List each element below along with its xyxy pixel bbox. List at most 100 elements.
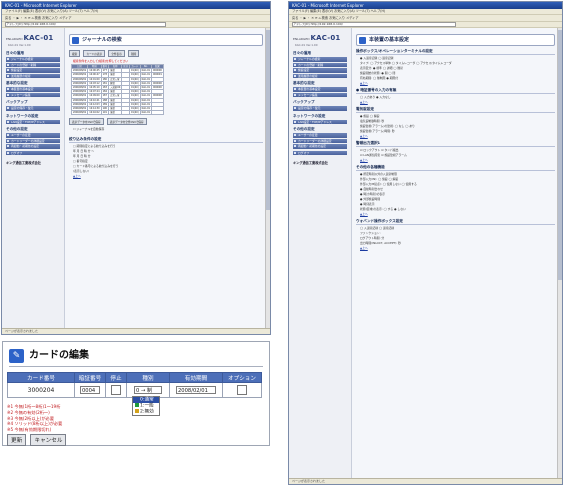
settings-row[interactable]: 施錠開始の状態: ● 開 ◯ 閉 xyxy=(360,71,555,75)
sidebar-heading: 日々の運用 xyxy=(293,51,311,55)
settings-row[interactable]: 外部入力(B接点): ◯ 使用しない ◯ 使用する xyxy=(360,182,555,186)
sidebar-item[interactable]: ログオフ xyxy=(293,150,347,155)
settings-row[interactable]: ◯ 入退室記録 ◯ 退室記録 xyxy=(360,226,555,230)
maker-label: キング通信工業株式会社 xyxy=(6,161,41,165)
expiry-field[interactable]: 2008/02/01 xyxy=(176,386,216,394)
settings-row[interactable]: 表示区分: ● 標準 ◯ 詳細 ◯ 簡易 xyxy=(360,66,555,70)
sidebar-group: ログオフ xyxy=(293,150,347,155)
page-title: ジャーナルの検索 xyxy=(69,34,263,46)
table-cell: KAC-01 xyxy=(139,72,153,78)
sidebar-item[interactable]: 施錠設定 xyxy=(293,68,347,73)
vertical-scrollbar[interactable] xyxy=(265,28,270,328)
main-panel: 本装置の基本設定 操作ボックス/オペレーションターミナルの設定 ● 入退室記録 ◯… xyxy=(353,28,558,478)
back-to-top-link[interactable]: ▲上へ xyxy=(360,100,555,104)
sidebar-item[interactable]: メッセージ編集 xyxy=(6,92,60,97)
toolbar[interactable]: 戻る ・ ▶ ・ ✕ ⟳ ⌂ 検索 お気に入り メディア xyxy=(2,15,270,22)
settings-row[interactable]: ● 所定時刻以外の入退室制限 xyxy=(360,172,555,176)
table-cell: 10:16:02 xyxy=(87,110,102,116)
back-to-top-link[interactable]: ▲上へ xyxy=(360,246,555,250)
settings-row[interactable]: 施錠監視(アラーム)の監視: ◯ なし ◯ あり xyxy=(360,124,555,128)
sidebar-item[interactable]: 設定の保存・復元 xyxy=(293,106,347,111)
stop-checkbox[interactable] xyxy=(111,385,121,395)
kind-dropdown-list[interactable]: 0:通常 1:一般 2:無効 xyxy=(132,396,160,416)
option-color-swatch xyxy=(135,397,139,401)
sidebar-item[interactable]: カードの登録・削除 xyxy=(293,62,347,67)
settings-row[interactable]: 出力時間(INLOCT, ACCEPT): 秒 xyxy=(360,241,555,245)
update-button[interactable]: 更新 xyxy=(7,434,27,446)
kind-option[interactable]: 2:無効 xyxy=(133,409,159,415)
back-to-top-link[interactable]: ▲上へ xyxy=(73,174,263,178)
vertical-scrollbar[interactable] xyxy=(557,28,562,478)
scroll-thumb[interactable] xyxy=(266,30,270,210)
sidebar-item[interactable]: 施錠設定 xyxy=(6,68,60,73)
search-button[interactable]: 検索 xyxy=(69,50,81,57)
sidebar-item[interactable]: 運用履歴の検索 xyxy=(6,73,60,78)
sidebar-item[interactable]: 再起動・初期化の設定 xyxy=(293,144,347,149)
kind-select[interactable]: 0 → 制 xyxy=(134,386,162,394)
table-cell: 10:00:45 xyxy=(87,68,102,74)
sidebar-item[interactable]: ジャーナルの検索 xyxy=(293,57,347,62)
auto-save-checkbox[interactable]: ☐ ジャーナルを自動保存 xyxy=(73,127,263,131)
csv-save-button[interactable]: 表示データをCSVで保存 xyxy=(69,118,104,126)
table-row[interactable]: 2006/08/01 10:09:00 187 正常入室 01(40) KAC-01 000… xyxy=(70,93,164,99)
option-label: 0:通常 xyxy=(140,397,154,403)
table-cell: 01(40) xyxy=(129,97,141,103)
settings-row[interactable]: ● 自動時刻合わせ xyxy=(360,187,555,191)
all-display-button[interactable]: 全件表示 xyxy=(108,50,125,57)
settings-row[interactable]: ログアウト時間: 分 xyxy=(360,236,555,240)
sidebar-item[interactable]: ユーザーの変更 xyxy=(6,133,60,138)
status-bar: ページが表示されました xyxy=(289,478,562,484)
back-to-top-link[interactable]: ▲上へ xyxy=(360,134,555,138)
settings-row[interactable]: ● 時刻表示 xyxy=(360,202,555,206)
card-display-button[interactable]: カードの表示 xyxy=(83,50,106,57)
scroll-thumb[interactable] xyxy=(558,30,562,280)
settings-row[interactable]: ◯ 入力あり ● 入力なし xyxy=(360,95,555,99)
settings-row[interactable]: ファンクション: xyxy=(360,231,555,235)
delete-button[interactable]: 削除 xyxy=(127,50,140,57)
back-to-top-link[interactable]: ▲上へ xyxy=(360,212,555,216)
back-to-top-link[interactable]: ▲上へ xyxy=(360,81,555,85)
sidebar-item[interactable]: 再起動・初期化の設定 xyxy=(6,144,60,149)
settings-row[interactable]: ● 施錠 ◯ 解錠 xyxy=(360,114,555,118)
col-card-number: カード番号 xyxy=(7,372,75,383)
sidebar-item[interactable]: ジャーナルの検索 xyxy=(6,57,60,62)
settings-row[interactable]: タイプ: ◯ アクセス単体 ◯ タイムレコーダ ◯ アクセス/タイムレコーダ xyxy=(360,61,555,65)
option-checkbox[interactable] xyxy=(237,385,247,395)
address-input[interactable]: アドレス(D) http://192.168.0.100/ xyxy=(292,22,456,27)
sidebar-heading: ネットワークの設定 xyxy=(6,113,39,118)
settings-row[interactable]: ☑ LAN通信障害 ☑ 施錠監視アラーム xyxy=(360,153,555,157)
sidebar-item[interactable]: メッセージ編集 xyxy=(293,92,347,97)
toolbar[interactable]: 戻る ・ ▶ ・ ✕ ⟳ ⌂ 検索 お気に入り メディア xyxy=(289,15,562,22)
settings-row[interactable]: ● 時計(時刻)の表示 xyxy=(360,192,555,196)
settings-sections: 操作ボックス/オペレーションターミナルの設定 ● 入退室記録 ◯ 退室記録 タイプ:… xyxy=(356,49,555,250)
settings-row[interactable]: 電気錠制御時間: 秒 xyxy=(360,119,555,123)
sidebar-item[interactable]: カードリーダーの詳細設定 xyxy=(6,138,60,143)
sidebar-item[interactable]: カードの登録・削除 xyxy=(6,62,60,67)
csv-save-all-button[interactable]: 表示データを全件CSVで保存 xyxy=(106,118,147,126)
settings-row[interactable]: ● 入退室記録 ◯ 退室記録 xyxy=(360,56,555,60)
table-row[interactable]: 2006/08/01 10:01:00 180 正常入室 01(40) KAC-01 xyxy=(70,76,164,82)
settings-row[interactable]: 有効期間: ◯ 無制限 ● 期限付 xyxy=(360,76,555,80)
settings-row[interactable]: ☑ ロックアウト ☑ タンパ検出 xyxy=(360,148,555,152)
sidebar-item[interactable]: 本装置の基本設定 xyxy=(6,87,60,92)
settings-row[interactable]: 状態(区域)の表示: ◯ する ● しない xyxy=(360,207,555,211)
sidebar-item[interactable]: ログオフ xyxy=(6,150,60,155)
table-row[interactable]: 2006/08/01 10:16:02 191 施錠 01(40) KAC-01 xyxy=(70,110,164,116)
settings-row[interactable]: 外部入力(IN): ◯ 施錠 ◯ 解錠 xyxy=(360,177,555,181)
sidebar-item[interactable]: ユーザーの変更 xyxy=(293,133,347,138)
settings-row[interactable]: ● 外部施錠時間 xyxy=(360,197,555,201)
cancel-button[interactable]: キャンセル xyxy=(30,434,67,446)
sidebar-item[interactable]: LAN設定・TCP/IPアドレス xyxy=(6,119,60,124)
back-to-top-link[interactable]: ▲上へ xyxy=(360,158,555,162)
table-row[interactable]: 2006/08/01 10:05:10 183 入退室OK 01(40) KAC-01 00… xyxy=(70,84,164,91)
sidebar-item[interactable]: LAN設定・TCP/IPアドレス xyxy=(293,119,347,124)
address-input[interactable]: アドレス(D) http://192.168.0.100/ xyxy=(5,22,166,27)
pin-field[interactable]: 0004 xyxy=(80,386,100,394)
sidebar-item[interactable]: 本装置の基本設定 xyxy=(293,87,347,92)
sidebar-item[interactable]: カードリーダーの詳細設定 xyxy=(293,138,347,143)
page-content: ENLARGED KAC-01 KAC-01 Ver.1.00 日々の運用 ジャー… xyxy=(289,28,558,478)
sidebar-item[interactable]: 運用履歴の検索 xyxy=(293,73,347,78)
table-cell: KAC-01 xyxy=(139,93,153,99)
sidebar-item[interactable]: 設定の保存・復元 xyxy=(6,106,60,111)
settings-row[interactable]: 施錠監視(アラーム)時間: 秒 xyxy=(360,129,555,133)
